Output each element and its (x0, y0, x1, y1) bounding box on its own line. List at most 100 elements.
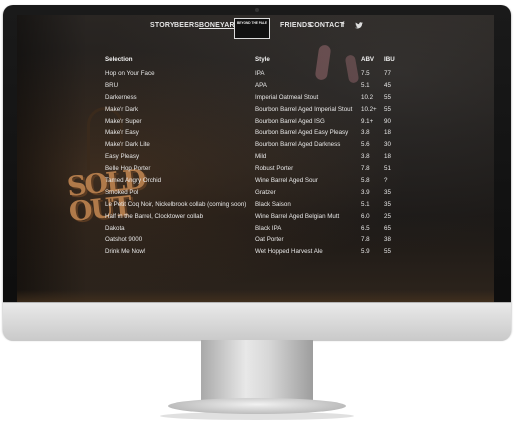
table-row: Make'r Super Bourbon Barrel Aged ISG 9.1+ 9… (105, 118, 490, 130)
brand-logo[interactable]: BEYOND THE PALE (234, 18, 270, 39)
beer-name: Easy Pleasy (105, 153, 140, 161)
beer-name: Make'r Super (105, 117, 142, 125)
beer-name: Smoked Pol (105, 188, 139, 196)
beer-name: Oatshot 9000 (105, 236, 143, 244)
beer-abv: 10.2 (361, 93, 374, 101)
beer-abv: 6.0 (361, 212, 370, 220)
beer-name: Tamed Angry Orchid (105, 177, 162, 185)
beer-abv: 7.5 (361, 70, 370, 77)
beer-ibu: 38 (384, 236, 391, 244)
beer-name: Half in the Barrel, Clocktower collab (105, 212, 204, 220)
beer-abv: 5.9 (361, 248, 370, 256)
table-row: Hop on Your Face IPA 7.5 77 (105, 70, 490, 82)
beer-style: Bourbon Barrel Aged Easy Pleasy (255, 129, 349, 137)
twitter-icon[interactable] (355, 22, 363, 30)
beer-style: Wet Hopped Harvest Ale (255, 248, 323, 256)
nav-item-beers[interactable]: BEERS (174, 22, 199, 29)
table-row: Darkerness Imperial Oatmeal Stout 10.2 55 (105, 94, 490, 106)
table-row: Make'r Dark Bourbon Barrel Aged Imperial … (105, 106, 490, 118)
table-row: Drink Me Now! Wet Hopped Harvest Ale 5.9 55 (105, 248, 490, 260)
table-row: BRU APA 5.1 45 (105, 82, 490, 94)
table-row: Le Petit Coq Noir, Nickelbrook collab (c… (105, 201, 490, 213)
beer-ibu: 51 (384, 165, 391, 173)
beer-name: Make'r Easy (105, 129, 139, 137)
camera-dot (255, 8, 259, 12)
header-selection: Selection (105, 56, 133, 63)
beer-name: Darkerness (105, 93, 137, 101)
beer-name: Make'r Dark (105, 105, 139, 113)
bottom-fade (17, 290, 494, 302)
beer-name: Le Petit Coq Noir, Nickelbrook collab (c… (105, 200, 247, 208)
table-row: Oatshot 9000 Oat Porter 7.8 38 (105, 236, 490, 248)
beer-style: Wine Barrel Aged Sour (255, 177, 318, 185)
beer-abv: 5.1 (361, 200, 370, 208)
table-row: Tamed Angry Orchid Wine Barrel Aged Sour 5… (105, 177, 490, 189)
header-abv: ABV (361, 56, 375, 63)
table-row: Make'r Dark Lite Bourbon Barrel Aged Dark… (105, 141, 490, 153)
beer-style: Wine Barrel Aged Belgian Mutt (255, 212, 340, 220)
beer-abv: 5.8 (361, 177, 370, 185)
beer-ibu: 90 (384, 117, 391, 125)
beer-abv: 3.8 (361, 153, 370, 161)
beer-name: Belle Hop Porter (105, 165, 151, 173)
table-row: Easy Pleasy Mild 3.8 18 (105, 153, 490, 165)
beer-ibu: 65 (384, 224, 391, 232)
table-header: Selection Style ABV IBU (105, 56, 490, 70)
beer-abv: 3.9 (361, 188, 370, 196)
beer-abv: 9.1+ (361, 117, 374, 125)
beer-style: IPA (255, 70, 265, 77)
beer-ibu: 25 (384, 212, 391, 220)
beer-abv: 5.6 (361, 141, 370, 149)
beer-style: Oat Porter (255, 236, 284, 244)
header-style: Style (255, 56, 270, 63)
beer-name: Hop on Your Face (105, 70, 155, 77)
beer-name: Dakota (105, 224, 125, 232)
beer-ibu: 35 (384, 200, 391, 208)
table-row: Dakota Black IPA 6.5 65 (105, 225, 490, 237)
header-ibu: IBU (384, 56, 395, 63)
beer-ibu: 45 (384, 81, 391, 89)
monitor-stand (201, 340, 313, 402)
table-body: Hop on Your Face IPA 7.5 77 BRU APA 5.1 45 Darke… (105, 70, 490, 260)
beer-ibu: 55 (384, 248, 391, 256)
website-screen: SOLD OUT STORY BEERS BONEYARD BEYOND THE… (17, 15, 494, 302)
brand-logo-text: BEYOND THE PALE (236, 21, 268, 25)
beer-ibu: 55 (384, 105, 391, 113)
top-navigation: STORY BEERS BONEYARD BEYOND THE PALE FRI… (17, 15, 494, 41)
beer-style: Bourbon Barrel Aged Darkness (255, 141, 341, 149)
beer-ibu: 30 (384, 141, 391, 149)
beer-ibu: 77 (384, 70, 391, 77)
beer-style: Bourbon Barrel Aged ISG (255, 117, 325, 125)
beer-ibu: 55 (384, 93, 391, 101)
beer-abv: 5.1 (361, 81, 370, 89)
beer-style: Black IPA (255, 224, 282, 232)
beer-name: Make'r Dark Lite (105, 141, 150, 149)
beer-style: Gratzer (255, 188, 276, 196)
table-row: Half in the Barrel, Clocktower collab Win… (105, 213, 490, 225)
beer-style: Robust Porter (255, 165, 294, 173)
beer-style: Bourbon Barrel Aged Imperial Stout (255, 105, 353, 113)
nav-item-story[interactable]: STORY (150, 22, 175, 29)
table-row: Make'r Easy Bourbon Barrel Aged Easy Plea… (105, 129, 490, 141)
table-row: Smoked Pol Gratzer 3.9 35 (105, 189, 490, 201)
nav-item-contact[interactable]: CONTACT (309, 22, 344, 29)
beer-abv: 3.8 (361, 129, 370, 137)
beer-ibu: 18 (384, 129, 391, 137)
beer-ibu: 35 (384, 188, 391, 196)
beer-style: Black Saison (255, 200, 291, 208)
beer-ibu: ? (384, 177, 388, 185)
facebook-icon[interactable]: f (342, 22, 350, 30)
beer-abv: 7.8 (361, 165, 370, 173)
beer-style: Imperial Oatmeal Stout (255, 93, 319, 101)
beer-name: Drink Me Now! (105, 248, 146, 256)
beer-abv: 10.2+ (361, 105, 377, 113)
beer-style: APA (255, 81, 267, 89)
beer-abv: 6.5 (361, 224, 370, 232)
beer-table: Selection Style ABV IBU Hop on Your Face… (105, 56, 490, 260)
monitor-chin (3, 302, 511, 341)
nav-item-friends[interactable]: FRIENDS (280, 22, 312, 29)
background-shadow (17, 15, 87, 302)
monitor-base (168, 398, 346, 414)
table-row: Belle Hop Porter Robust Porter 7.8 51 (105, 165, 490, 177)
beer-ibu: 18 (384, 153, 391, 161)
